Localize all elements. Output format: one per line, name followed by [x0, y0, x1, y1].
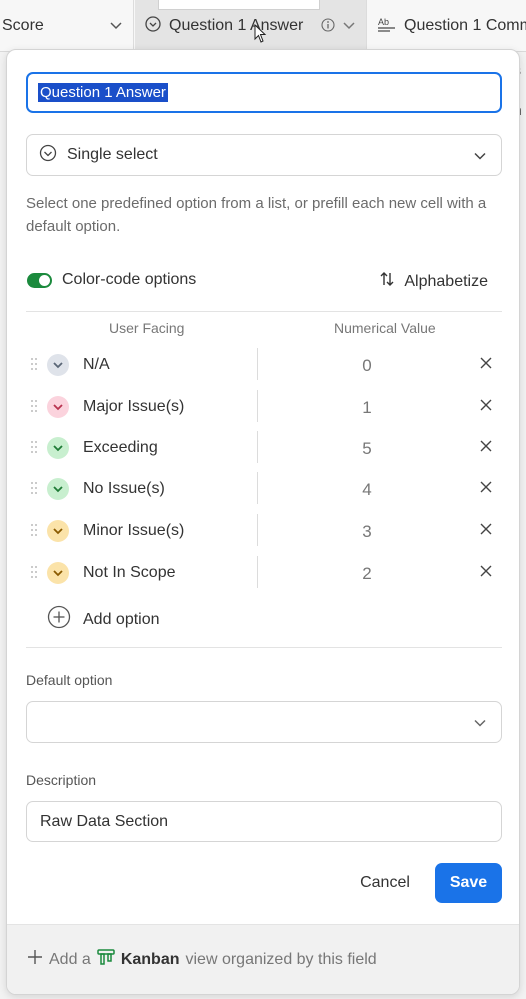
save-button[interactable]: Save	[435, 863, 502, 903]
color-code-row: Color-code options Alphabetize	[26, 268, 502, 294]
drag-handle-icon[interactable]	[30, 481, 38, 500]
column-separator	[257, 556, 258, 588]
field-name-input[interactable]: Question 1 Answer	[26, 72, 502, 113]
option-label[interactable]: Not In Scope	[83, 564, 176, 582]
chevron-down-icon[interactable]	[342, 18, 356, 37]
default-option-select[interactable]	[26, 701, 502, 743]
option-color-chevron-icon[interactable]	[47, 562, 69, 584]
option-numerical-value[interactable]: 3	[346, 522, 388, 542]
column-separator	[257, 390, 258, 422]
remove-option-icon[interactable]	[479, 522, 493, 541]
option-numerical-value[interactable]: 1	[346, 398, 388, 418]
field-type-label: Single select	[67, 146, 158, 163]
field-type-select[interactable]: Single select	[26, 134, 502, 176]
field-name-selected-text: Question 1 Answer	[38, 83, 168, 102]
info-icon[interactable]	[321, 18, 335, 37]
footer-prefix: Add a	[49, 950, 91, 968]
drag-handle-icon[interactable]	[30, 565, 38, 584]
svg-text:Ab: Ab	[378, 17, 389, 27]
chevron-down-icon	[473, 149, 487, 168]
column-label: Score	[2, 17, 44, 34]
option-numerical-value[interactable]: 2	[346, 564, 388, 584]
chevron-down-icon[interactable]	[109, 18, 123, 37]
drag-handle-icon[interactable]	[30, 399, 38, 418]
option-color-chevron-icon[interactable]	[47, 354, 69, 376]
option-numerical-value[interactable]: 4	[346, 480, 388, 500]
option-row[interactable]: Major Issue(s) 1	[26, 390, 502, 424]
description-label: Description	[26, 772, 97, 788]
option-label[interactable]: Minor Issue(s)	[83, 522, 184, 540]
option-numerical-value[interactable]: 0	[346, 356, 388, 376]
kanban-view-name: Kanban	[120, 950, 180, 968]
mouse-cursor-icon	[254, 23, 268, 49]
option-row[interactable]: Not In Scope 2	[26, 556, 502, 590]
description-value: Raw Data Section	[40, 812, 169, 830]
column-separator	[257, 472, 258, 504]
color-code-toggle[interactable]	[27, 273, 52, 288]
add-option-button[interactable]: Add option	[47, 605, 160, 634]
option-row[interactable]: N/A 0	[26, 348, 502, 382]
option-color-chevron-icon[interactable]	[47, 437, 69, 459]
alphabetize-label: Alphabetize	[404, 272, 488, 290]
remove-option-icon[interactable]	[479, 564, 493, 583]
option-row[interactable]: Exceeding 5	[26, 431, 502, 465]
long-text-icon: Ab	[378, 16, 396, 37]
option-label[interactable]: Exceeding	[83, 439, 158, 457]
tooltip-tab	[158, 0, 320, 10]
option-color-chevron-icon[interactable]	[47, 520, 69, 542]
alphabetize-button[interactable]: Alphabetize	[380, 271, 488, 292]
kanban-icon	[97, 949, 115, 970]
option-numerical-value[interactable]: 5	[346, 439, 388, 459]
column-header-score[interactable]: Score	[0, 0, 134, 52]
option-color-chevron-icon[interactable]	[47, 396, 69, 418]
option-row[interactable]: Minor Issue(s) 3	[26, 514, 502, 548]
column-label: Question 1 Comm	[404, 17, 526, 34]
column-heading-user-facing: User Facing	[109, 320, 185, 336]
field-type-description: Select one predefined option from a list…	[26, 195, 487, 235]
add-option-label: Add option	[83, 610, 160, 628]
option-row[interactable]: No Issue(s) 4	[26, 472, 502, 506]
option-label[interactable]: Major Issue(s)	[83, 398, 184, 416]
column-separator	[257, 348, 258, 380]
footer-suffix: view organized by this field	[185, 950, 377, 968]
plus-icon	[27, 949, 43, 970]
column-heading-numerical-value: Numerical Value	[334, 320, 436, 336]
add-view-link[interactable]: Add a Kanban view organized by this fiel…	[27, 949, 377, 970]
divider	[26, 647, 502, 648]
sort-arrows-icon	[380, 271, 394, 292]
column-separator	[257, 431, 258, 463]
drag-handle-icon[interactable]	[30, 440, 38, 459]
plus-circle-icon	[47, 605, 71, 634]
field-editor-panel: Question 1 Answer Single select Select o…	[6, 49, 520, 995]
single-select-icon	[39, 144, 57, 167]
remove-option-icon[interactable]	[479, 480, 493, 499]
description-input[interactable]: Raw Data Section	[26, 801, 502, 842]
chevron-down-icon	[473, 716, 487, 735]
option-label[interactable]: No Issue(s)	[83, 480, 165, 498]
color-code-label: Color-code options	[62, 271, 197, 288]
cancel-button[interactable]: Cancel	[345, 863, 425, 903]
drag-handle-icon[interactable]	[30, 357, 38, 376]
default-option-label: Default option	[26, 672, 113, 688]
single-select-icon	[145, 15, 161, 37]
column-label: Question 1 Answer	[169, 17, 304, 34]
divider	[26, 311, 502, 312]
remove-option-icon[interactable]	[479, 398, 493, 417]
column-separator	[257, 514, 258, 546]
remove-option-icon[interactable]	[479, 439, 493, 458]
remove-option-icon[interactable]	[479, 356, 493, 375]
drag-handle-icon[interactable]	[30, 523, 38, 542]
option-label[interactable]: N/A	[83, 356, 110, 374]
column-header-question-1-comment[interactable]: Ab Question 1 Comm	[368, 0, 526, 52]
option-color-chevron-icon[interactable]	[47, 478, 69, 500]
footer-add-view[interactable]: Add a Kanban view organized by this fiel…	[7, 924, 519, 994]
